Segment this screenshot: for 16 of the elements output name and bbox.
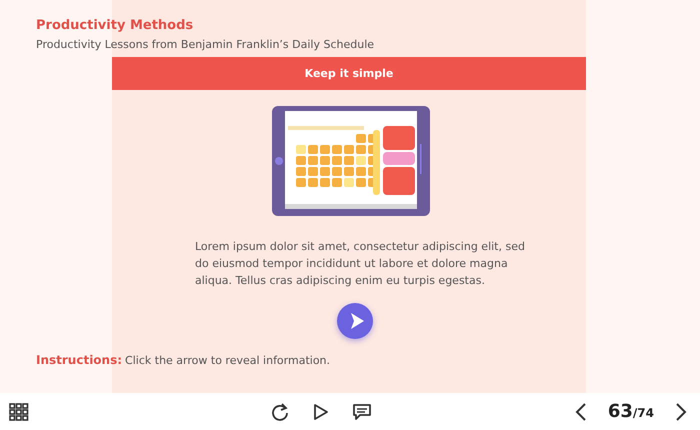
menu-grid-icon[interactable]: [9, 402, 29, 420]
instructions-text: Click the arrow to reveal information.: [125, 354, 330, 367]
instructions-label: Instructions:: [36, 353, 122, 367]
current-page-number: 63: [608, 401, 633, 422]
section-banner: Keep it simple: [112, 57, 586, 90]
next-icon[interactable]: [674, 402, 688, 422]
comment-icon[interactable]: [353, 404, 372, 420]
body-paragraph: Lorem ipsum dolor sit amet, consectetur adipiscing elit, sed do eiusmod tempor incididunt ut labore et dolore magna aliqua. Tellus cras adipiscing enim eu turpis egestas.: [195, 239, 525, 289]
play-icon[interactable]: [313, 402, 330, 420]
slide-title: Productivity Methods: [36, 18, 194, 33]
arrow-right-icon: [348, 312, 364, 330]
slide-subtitle: Productivity Lessons from Benjamin Franklin’s Daily Schedule: [36, 38, 376, 51]
total-pages: /74: [632, 406, 654, 420]
replay-icon[interactable]: [271, 402, 290, 422]
reveal-arrow-button[interactable]: [337, 303, 373, 339]
previous-icon[interactable]: [574, 402, 588, 422]
